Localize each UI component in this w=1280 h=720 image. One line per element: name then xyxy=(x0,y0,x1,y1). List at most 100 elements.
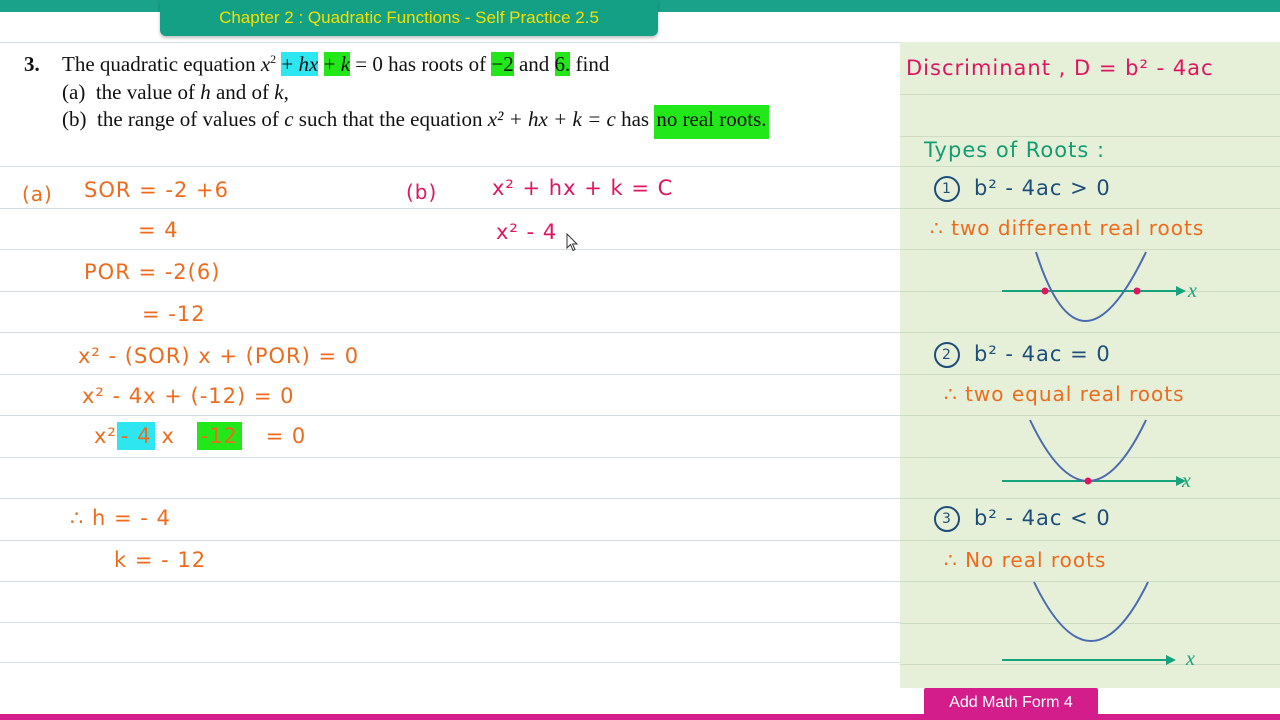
plus-sign: + xyxy=(323,52,336,76)
ruled-line xyxy=(0,581,900,582)
no-real-roots-highlight: no real roots. xyxy=(654,105,769,139)
question-part-b: (b) the range of values of c such that t… xyxy=(62,105,769,139)
ruled-line xyxy=(900,540,1280,541)
highlight-plus-h: + hx xyxy=(281,52,319,76)
ruled-line xyxy=(900,374,1280,375)
case-3-inequality: b² - 4ac < 0 xyxy=(974,506,1111,530)
case-3-axis-label: x xyxy=(1186,648,1195,670)
parabola-curve xyxy=(1029,419,1147,482)
k-answer: k = - 12 xyxy=(114,548,207,572)
sor-line: SOR = -2 +6 xyxy=(84,178,229,202)
part-b-hw-label: (b) xyxy=(406,180,438,204)
k-term: k xyxy=(340,52,351,76)
plus-sign: + xyxy=(281,52,294,76)
has-text: has xyxy=(615,107,655,131)
axis-arrow-icon xyxy=(1166,655,1176,665)
highlight-minus-4: - 4 xyxy=(116,422,156,450)
ruled-line xyxy=(900,415,1280,416)
and-text: and xyxy=(513,52,555,76)
case-1-condition: 1 b² - 4ac > 0 xyxy=(934,176,1111,202)
question-line-1: The quadratic equation x2 + hx + k = 0 h… xyxy=(62,52,610,76)
x-term: x xyxy=(161,424,175,448)
ruled-line xyxy=(0,291,900,292)
case-1-number-icon: 1 xyxy=(934,176,960,202)
axis-arrow-icon xyxy=(1176,286,1186,296)
types-of-roots-title: Types of Roots : xyxy=(924,138,1106,162)
case-1-graph xyxy=(1002,251,1186,322)
equation-substituted: x² - 4x + (-12) = 0 xyxy=(82,384,295,408)
case-2-condition: 2 b² - 4ac = 0 xyxy=(934,342,1111,368)
ruled-line xyxy=(0,42,900,43)
part-b-equation: x² + hx + k = c xyxy=(487,107,616,131)
question-suffix: = 0 has roots of xyxy=(350,52,492,76)
question-prefix: The quadratic equation xyxy=(62,52,261,76)
question-number: 3. xyxy=(24,52,40,76)
root-one: −2 xyxy=(491,52,514,76)
h-var: h xyxy=(200,80,211,104)
case-3-condition: 3 b² - 4ac < 0 xyxy=(934,506,1111,532)
equals-zero: = 0 xyxy=(265,424,307,448)
mouse-cursor-icon xyxy=(566,233,579,252)
highlight-minus-12: -12 xyxy=(196,422,242,450)
por-value: = -12 xyxy=(142,302,206,326)
worksheet-page: Chapter 2 : Quadratic Functions - Self P… xyxy=(0,0,1280,720)
footer-tab: Add Math Form 4 xyxy=(924,688,1098,718)
case-1-inequality: b² - 4ac > 0 xyxy=(974,176,1111,200)
part-b-label: (b) xyxy=(62,107,87,131)
ruled-line xyxy=(0,208,900,209)
ruled-line xyxy=(0,415,900,416)
c-var: c xyxy=(284,107,294,131)
chapter-title-tab: Chapter 2 : Quadratic Functions - Self P… xyxy=(160,0,658,36)
part-a-label: (a) xyxy=(62,80,86,104)
case-3-number-icon: 3 xyxy=(934,506,960,532)
ruled-line xyxy=(0,249,900,250)
h-answer: ∴ h = - 4 xyxy=(70,506,171,530)
case-2-equation: b² - 4ac = 0 xyxy=(974,342,1111,366)
ruled-line xyxy=(900,166,1280,167)
por-line: POR = -2(6) xyxy=(84,260,221,284)
parabola-curve xyxy=(1033,581,1149,642)
part-b-equation-line: x² + hx + k = C xyxy=(492,176,674,200)
root-point xyxy=(1041,287,1049,295)
case-1-description: ∴ two different real roots xyxy=(930,216,1205,240)
question-part-a: (a) the value of h and of k, xyxy=(62,80,289,105)
case-1-axis-label: x xyxy=(1188,280,1197,302)
ruled-line xyxy=(0,332,900,333)
part-a-text: the value of xyxy=(95,80,201,104)
comma: , xyxy=(283,80,289,104)
highlight-plus-k: + k xyxy=(323,52,351,76)
root-point xyxy=(1084,477,1092,485)
and-of-text: and of xyxy=(210,80,275,104)
case-2-graph xyxy=(1002,419,1186,486)
ruled-line xyxy=(0,622,900,623)
k-var: k xyxy=(274,80,284,104)
case-2-axis-label: x xyxy=(1182,470,1191,492)
ruled-line xyxy=(900,498,1280,499)
part-a-hw-label: (a) xyxy=(22,182,53,206)
case-2-description: ∴ two equal real roots xyxy=(944,382,1185,406)
equation-sor-por: x² - (SOR) x + (POR) = 0 xyxy=(78,344,360,368)
part-b-partial-line: x² - 4 xyxy=(496,220,558,244)
x-squared-term: x² xyxy=(94,424,117,448)
hx-term: hx xyxy=(298,52,319,76)
root-point xyxy=(1133,287,1141,295)
ruled-line xyxy=(0,540,900,541)
equation-compared: x² - 4x -12 = 0 xyxy=(94,422,307,450)
ruled-line xyxy=(900,208,1280,209)
find-text: find xyxy=(570,52,610,76)
ruled-line xyxy=(900,94,1280,95)
ruled-line xyxy=(0,374,900,375)
ruled-line xyxy=(0,457,900,458)
root-two: 6. xyxy=(554,52,571,76)
part-b-text: the range of values of xyxy=(97,107,285,131)
case-2-number-icon: 2 xyxy=(934,342,960,368)
case-3-description: ∴ No real roots xyxy=(944,548,1107,572)
chapter-title: Chapter 2 : Quadratic Functions - Self P… xyxy=(219,8,599,27)
x-var: x xyxy=(260,52,271,76)
ruled-line xyxy=(0,166,900,167)
parabola-curve xyxy=(1035,251,1147,322)
discriminant-formula: Discriminant , D = b² - 4ac xyxy=(906,56,1214,80)
part-b-text-mid: such that the equation xyxy=(293,107,488,131)
ruled-line xyxy=(900,136,1280,137)
case-3-graph xyxy=(1002,581,1176,665)
